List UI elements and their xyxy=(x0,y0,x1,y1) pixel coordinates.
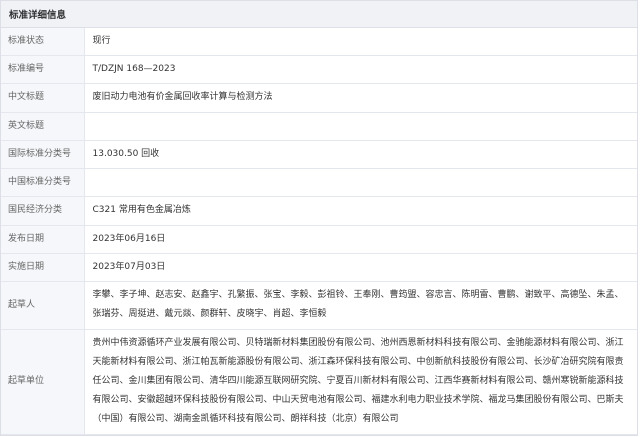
table-row-drafting-units: 起草单位 贵州中伟资源循环产业发展有限公司、贝特瑞新材料集团股份有限公司、池州西… xyxy=(1,329,637,435)
table-row-ics: 国际标准分类号 13.030.50 回收 xyxy=(1,140,637,169)
standard-info-table: 标准状态 现行 标准编号 T/DZJN 168—2023 中文标题 废旧动力电池… xyxy=(1,28,637,435)
table-row-economy: 国民经济分类 C321 常用有色金属冶炼 xyxy=(1,196,637,226)
row-label: 国际标准分类号 xyxy=(1,140,85,169)
row-value-number: T/DZJN 168—2023 xyxy=(84,55,637,84)
standard-detail-panel: 标准详细信息 标准状态 现行 标准编号 T/DZJN 168—2023 中文标题… xyxy=(0,0,638,436)
row-label: 标准状态 xyxy=(1,28,85,56)
row-label: 英文标题 xyxy=(1,112,85,141)
row-label: 中国标准分类号 xyxy=(1,168,85,197)
row-label: 中文标题 xyxy=(1,83,85,113)
row-label: 起草单位 xyxy=(1,329,85,435)
table-row-cn-title: 中文标题 废旧动力电池有价金属回收率计算与检测方法 xyxy=(1,83,637,113)
row-value-drafters: 李攀、李子坤、赵志安、赵鑫宇、孔繁振、张宝、李毅、彭祖铃、王奉刚、曹筠盟、容忠言… xyxy=(84,281,637,330)
table-row-publish-date: 发布日期 2023年06月16日 xyxy=(1,225,637,254)
table-row-en-title: 英文标题 xyxy=(1,112,637,141)
row-value-drafting-units: 贵州中伟资源循环产业发展有限公司、贝特瑞新材料集团股份有限公司、池州西恩新材料科… xyxy=(84,329,637,435)
row-label: 发布日期 xyxy=(1,225,85,254)
row-label: 标准编号 xyxy=(1,55,85,84)
table-row-number: 标准编号 T/DZJN 168—2023 xyxy=(1,55,637,84)
table-row-drafters: 起草人 李攀、李子坤、赵志安、赵鑫宇、孔繁振、张宝、李毅、彭祖铃、王奉刚、曹筠盟… xyxy=(1,281,637,330)
row-value-implement-date: 2023年07月03日 xyxy=(84,253,637,282)
panel-title: 标准详细信息 xyxy=(1,1,637,28)
row-label: 国民经济分类 xyxy=(1,196,85,226)
row-value-economy: C321 常用有色金属冶炼 xyxy=(84,196,637,226)
row-value-ics: 13.030.50 回收 xyxy=(84,140,637,169)
row-label: 实施日期 xyxy=(1,253,85,282)
row-label: 起草人 xyxy=(1,281,85,330)
table-row-implement-date: 实施日期 2023年07月03日 xyxy=(1,253,637,282)
row-value-en-title xyxy=(84,112,637,141)
row-value-ccs xyxy=(84,168,637,197)
table-row-ccs: 中国标准分类号 xyxy=(1,168,637,197)
row-value-publish-date: 2023年06月16日 xyxy=(84,225,637,254)
table-row-status: 标准状态 现行 xyxy=(1,28,637,56)
row-value-status: 现行 xyxy=(84,28,637,56)
row-value-cn-title: 废旧动力电池有价金属回收率计算与检测方法 xyxy=(84,83,637,113)
